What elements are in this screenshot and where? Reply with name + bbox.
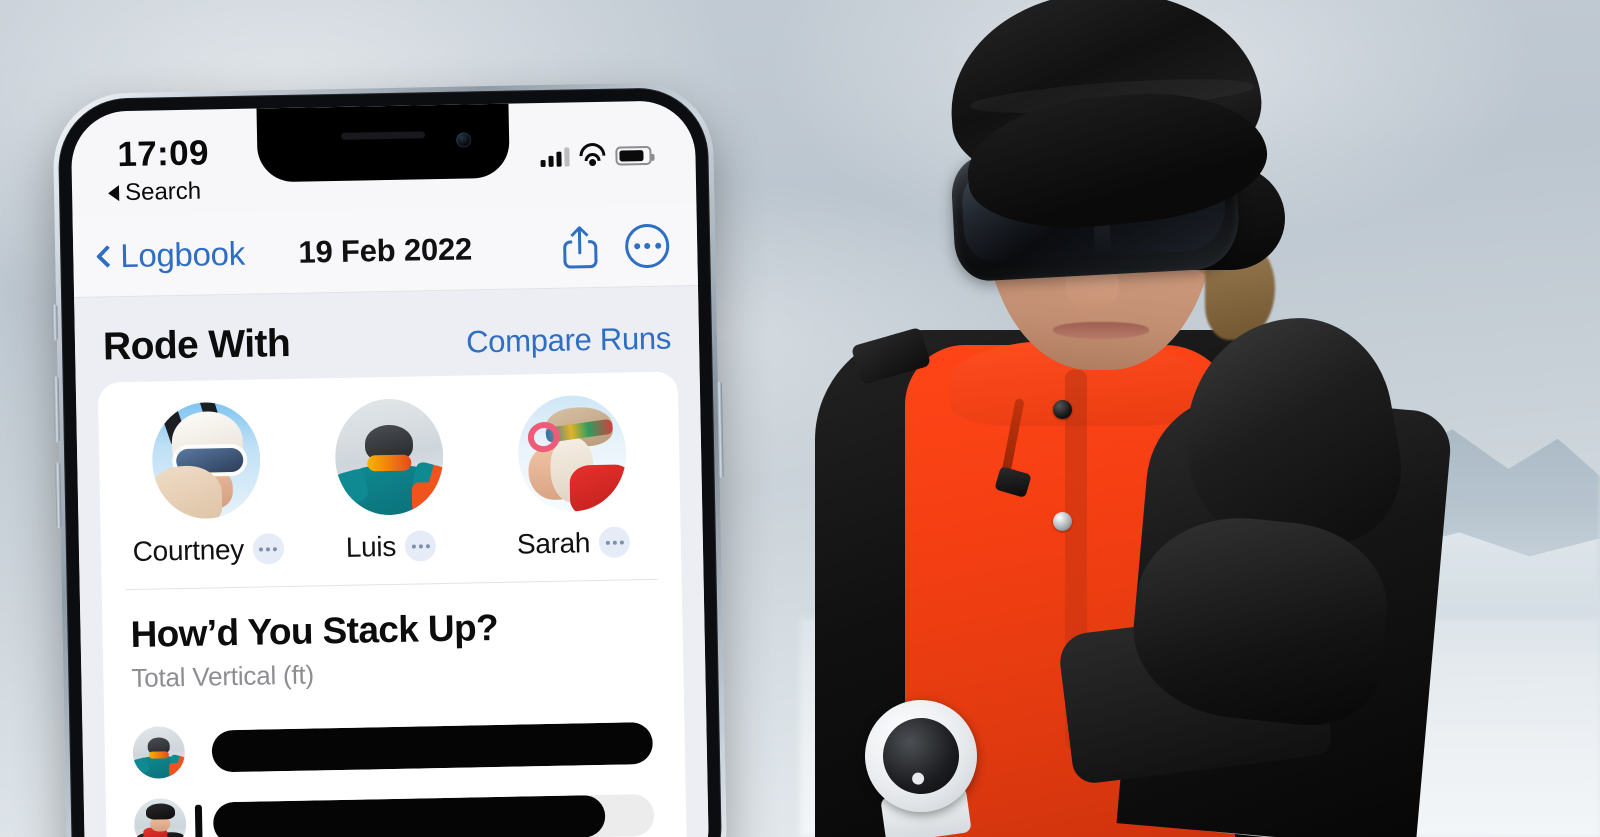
phone-screen: 17:09 Search Logbook 19 Feb 2022 Rode Wi… — [70, 100, 710, 837]
watch-button — [911, 771, 925, 786]
avatar — [151, 401, 262, 520]
friend-name-row: Courtney — [132, 533, 285, 567]
friend-name-row: Luis — [346, 530, 437, 563]
more-circle-icon[interactable] — [624, 223, 670, 268]
table-row[interactable] — [132, 713, 657, 783]
friend-name: Luis — [345, 530, 397, 563]
vertical-bar-chart — [132, 713, 660, 837]
friends-list: Courtney Luis Sarah — [98, 371, 682, 577]
navigation-bar: Logbook 19 Feb 2022 — [72, 204, 698, 299]
status-time: 17:09 — [116, 133, 210, 175]
nav-actions — [563, 223, 670, 269]
bar-fill — [212, 794, 607, 837]
front-camera-icon — [455, 132, 472, 148]
rode-with-header: Rode With Compare Runs — [74, 286, 700, 383]
friend-item-courtney[interactable]: Courtney — [130, 401, 285, 567]
row-avatar — [133, 797, 187, 837]
status-indicators — [540, 142, 655, 168]
earpiece-speaker — [340, 131, 426, 140]
screen-content: Rode With Compare Runs Courtney Luis Sar… — [74, 286, 710, 837]
bar-track — [212, 793, 655, 837]
stack-up-subtitle: Total Vertical (ft) — [131, 659, 315, 693]
skier-subject: THE NORTH FACE — [735, 0, 1454, 837]
ellipsis-icon[interactable] — [252, 533, 285, 565]
avatar — [334, 397, 445, 517]
compare-runs-link[interactable]: Compare Runs — [466, 321, 672, 360]
back-button-label: Logbook — [119, 234, 246, 275]
status-back-label: Search — [124, 177, 202, 207]
bar-fill — [211, 722, 654, 773]
tick-marker — [194, 804, 203, 837]
jacket-snap-bottom — [1053, 512, 1072, 531]
rode-with-title: Rode With — [102, 321, 291, 369]
row-avatar — [132, 725, 186, 779]
friend-name: Sarah — [516, 526, 591, 560]
rode-with-card: Courtney Luis Sarah How’d You Stack Up? … — [97, 371, 689, 837]
bar-track — [211, 722, 654, 773]
avatar — [516, 394, 627, 513]
table-row[interactable] — [133, 785, 659, 837]
silent-switch[interactable] — [52, 304, 58, 341]
friend-name-row: Sarah — [517, 526, 631, 559]
stack-up-section: How’d You Stack Up? Total Vertical (ft) — [102, 579, 688, 837]
page-title: 19 Feb 2022 — [298, 231, 473, 270]
battery-icon — [615, 145, 655, 166]
jacket-snap-top — [1053, 400, 1072, 419]
notch — [256, 103, 510, 183]
ellipsis-icon[interactable] — [598, 526, 631, 558]
chevron-left-icon — [95, 244, 119, 268]
share-icon[interactable] — [563, 225, 598, 269]
friend-item-luis[interactable]: Luis — [313, 397, 466, 564]
ellipsis-icon[interactable] — [404, 530, 437, 562]
friend-item-sarah[interactable]: Sarah — [496, 394, 649, 560]
iphone-device: 17:09 Search Logbook 19 Feb 2022 Rode Wi… — [52, 81, 728, 837]
mouth — [1053, 322, 1149, 339]
stack-up-title: How’d You Stack Up? — [130, 606, 499, 656]
wifi-icon — [579, 142, 606, 167]
friend-name: Courtney — [132, 533, 245, 567]
back-button-logbook[interactable]: Logbook — [95, 234, 246, 275]
status-back-to-search[interactable]: Search — [107, 177, 202, 207]
cellular-signal-icon — [540, 147, 570, 168]
back-triangle-icon — [107, 185, 120, 202]
